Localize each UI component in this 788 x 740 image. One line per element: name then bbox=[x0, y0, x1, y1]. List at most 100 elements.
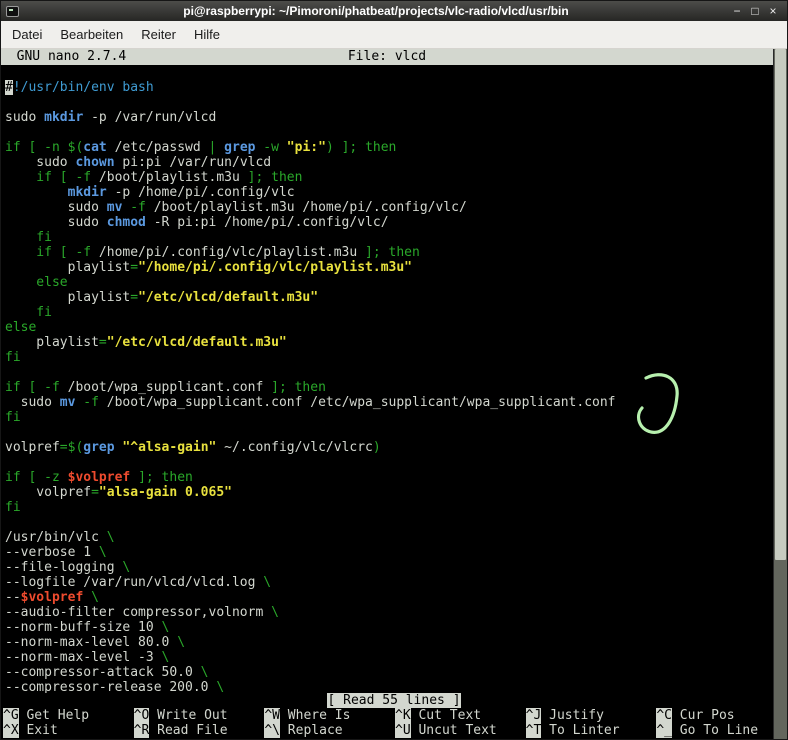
editor-line[interactable]: --file-logging \ bbox=[5, 560, 773, 575]
editor-line[interactable]: fi bbox=[5, 410, 773, 425]
editor-line[interactable]: #!/usr/bin/env bash bbox=[5, 80, 773, 95]
editor-line[interactable]: --$volpref \ bbox=[5, 590, 773, 605]
editor-line[interactable]: sudo mv -f /boot/playlist.m3u /home/pi/.… bbox=[5, 200, 773, 215]
editor-line[interactable]: --norm-max-level 80.0 \ bbox=[5, 635, 773, 650]
editor-line[interactable]: --norm-max-level -3 \ bbox=[5, 650, 773, 665]
editor-line[interactable]: playlist="/home/pi/.config/vlc/playlist.… bbox=[5, 260, 773, 275]
shortcut-key: ^_ bbox=[656, 723, 672, 738]
code-segment: /boot/playlist.m3u /home/pi/.config/vlc/ bbox=[154, 200, 467, 215]
code-segment: ]; then bbox=[248, 170, 303, 185]
minimize-button[interactable]: − bbox=[728, 2, 746, 20]
shortcut-exit[interactable]: ^X Exit bbox=[3, 723, 134, 738]
code-segment: $volpref bbox=[21, 590, 84, 605]
terminal-area[interactable]: File: vlcd GNU nano 2.7.4 #!/usr/bin/env… bbox=[1, 49, 787, 739]
editor-line[interactable]: volpref="alsa-gain 0.065" bbox=[5, 485, 773, 500]
shortcut-replace[interactable]: ^\ Replace bbox=[264, 723, 395, 738]
code-segment: if [ -z bbox=[5, 470, 68, 485]
code-segment: = bbox=[99, 335, 107, 350]
editor-line[interactable]: fi bbox=[5, 305, 773, 320]
editor-line[interactable]: --norm-buff-size 10 \ bbox=[5, 620, 773, 635]
shortcut-to-linter[interactable]: ^T To Linter bbox=[526, 723, 657, 738]
code-segment: \ bbox=[162, 620, 170, 635]
editor-line[interactable]: --audio-filter compressor,volnorm \ bbox=[5, 605, 773, 620]
editor-line[interactable]: if [ -f /boot/playlist.m3u ]; then bbox=[5, 170, 773, 185]
editor-line[interactable] bbox=[5, 95, 773, 110]
editor-line[interactable]: sudo mkdir -p /var/run/vlcd bbox=[5, 110, 773, 125]
shortcut-get-help[interactable]: ^G Get Help bbox=[3, 708, 134, 723]
code-segment: ]; then bbox=[130, 470, 193, 485]
editor-line[interactable]: fi bbox=[5, 350, 773, 365]
code-segment bbox=[83, 590, 91, 605]
shortcut-cur-pos[interactable]: ^C Cur Pos bbox=[656, 708, 787, 723]
editor-line[interactable]: else bbox=[5, 275, 773, 290]
shortcut-where-is[interactable]: ^W Where Is bbox=[264, 708, 395, 723]
shortcut-justify[interactable]: ^J Justify bbox=[526, 708, 657, 723]
shortcut-cut-text[interactable]: ^K Cut Text bbox=[395, 708, 526, 723]
shortcut-key: ^W bbox=[264, 708, 280, 723]
code-segment: -R pi:pi /home/pi/.config/vlc/ bbox=[146, 215, 389, 230]
editor-line[interactable] bbox=[5, 365, 773, 380]
code-segment: ) bbox=[373, 440, 381, 455]
editor-line[interactable]: if [ -f /home/pi/.config/vlc/playlist.m3… bbox=[5, 245, 773, 260]
editor-line[interactable]: sudo chmod -R pi:pi /home/pi/.config/vlc… bbox=[5, 215, 773, 230]
maximize-button[interactable]: □ bbox=[746, 2, 764, 20]
shortcut-label: Go To Line bbox=[672, 723, 758, 738]
menu-item-reiter[interactable]: Reiter bbox=[132, 22, 185, 47]
editor-line[interactable]: --compressor-attack 50.0 \ bbox=[5, 665, 773, 680]
code-segment: playlist bbox=[5, 260, 130, 275]
titlebar[interactable]: pi@raspberrypi: ~/Pimoroni/phatbeat/proj… bbox=[1, 1, 787, 21]
shortcut-read-file[interactable]: ^R Read File bbox=[134, 723, 265, 738]
shortcut-key: ^T bbox=[526, 723, 542, 738]
editor-line[interactable]: sudo chown pi:pi /var/run/vlcd bbox=[5, 155, 773, 170]
editor-line[interactable]: if [ -f /boot/wpa_supplicant.conf ]; the… bbox=[5, 380, 773, 395]
menu-item-bearbeiten[interactable]: Bearbeiten bbox=[51, 22, 132, 47]
shortcut-label: Cur Pos bbox=[672, 708, 735, 723]
scrollbar-thumb[interactable] bbox=[775, 49, 786, 560]
editor-line[interactable] bbox=[5, 455, 773, 470]
editor-line[interactable]: fi bbox=[5, 500, 773, 515]
code-segment: mkdir bbox=[44, 110, 83, 125]
code-segment: --norm-max-level 80.0 bbox=[5, 635, 177, 650]
menu-item-datei[interactable]: Datei bbox=[3, 22, 51, 47]
editor-line[interactable] bbox=[5, 515, 773, 530]
editor-line[interactable]: --verbose 1 \ bbox=[5, 545, 773, 560]
editor-line[interactable]: --compressor-release 200.0 \ bbox=[5, 680, 773, 693]
editor-line[interactable] bbox=[5, 425, 773, 440]
editor-line[interactable]: if [ -z $volpref ]; then bbox=[5, 470, 773, 485]
editor-line[interactable]: mkdir -p /home/pi/.config/vlc bbox=[5, 185, 773, 200]
code-segment: \ bbox=[201, 665, 209, 680]
shortcut-uncut-text[interactable]: ^U Uncut Text bbox=[395, 723, 526, 738]
code-segment: chown bbox=[75, 155, 114, 170]
code-segment: grep bbox=[224, 140, 255, 155]
editor-line[interactable] bbox=[5, 125, 773, 140]
scrollbar[interactable] bbox=[773, 49, 787, 739]
code-segment: fi bbox=[5, 305, 52, 320]
editor-line[interactable]: playlist="/etc/vlcd/default.m3u" bbox=[5, 335, 773, 350]
code-segment: --logfile /var/run/vlcd/vlcd.log bbox=[5, 575, 263, 590]
code-segment: \ bbox=[122, 560, 130, 575]
shortcut-rows: ^G Get Help^O Write Out^W Where Is^K Cut… bbox=[1, 708, 787, 738]
code-segment: =$( bbox=[60, 440, 83, 455]
editor-line[interactable]: volpref=$(grep "^alsa-gain" ~/.config/vl… bbox=[5, 440, 773, 455]
code-segment: if [ -n $( bbox=[5, 140, 83, 155]
shortcut-go-to-line[interactable]: ^_ Go To Line bbox=[656, 723, 787, 738]
code-segment: --norm-max-level -3 bbox=[5, 650, 162, 665]
editor-line[interactable]: playlist="/etc/vlcd/default.m3u" bbox=[5, 290, 773, 305]
menu-item-hilfe[interactable]: Hilfe bbox=[185, 22, 229, 47]
status-message: [ Read 55 lines ] bbox=[327, 693, 460, 708]
editor-line[interactable]: sudo mv -f /boot/wpa_supplicant.conf /et… bbox=[5, 395, 773, 410]
code-segment: "/etc/vlcd/default.m3u" bbox=[107, 335, 287, 350]
code-segment: \ bbox=[107, 530, 115, 545]
code-segment: ]; then bbox=[365, 245, 420, 260]
shortcut-key: ^C bbox=[656, 708, 672, 723]
close-button[interactable]: × bbox=[764, 2, 782, 20]
code-segment: chmod bbox=[107, 215, 146, 230]
editor-line[interactable]: else bbox=[5, 320, 773, 335]
editor-line[interactable]: if [ -n $(cat /etc/passwd | grep -w "pi:… bbox=[5, 140, 773, 155]
code-segment: pi:pi /var/run/vlcd bbox=[115, 155, 272, 170]
editor-line[interactable]: fi bbox=[5, 230, 773, 245]
shortcut-write-out[interactable]: ^O Write Out bbox=[134, 708, 265, 723]
editor-line[interactable]: /usr/bin/vlc \ bbox=[5, 530, 773, 545]
editor-line[interactable]: --logfile /var/run/vlcd/vlcd.log \ bbox=[5, 575, 773, 590]
editor-area[interactable]: #!/usr/bin/env bash sudo mkdir -p /var/ru… bbox=[1, 65, 773, 693]
